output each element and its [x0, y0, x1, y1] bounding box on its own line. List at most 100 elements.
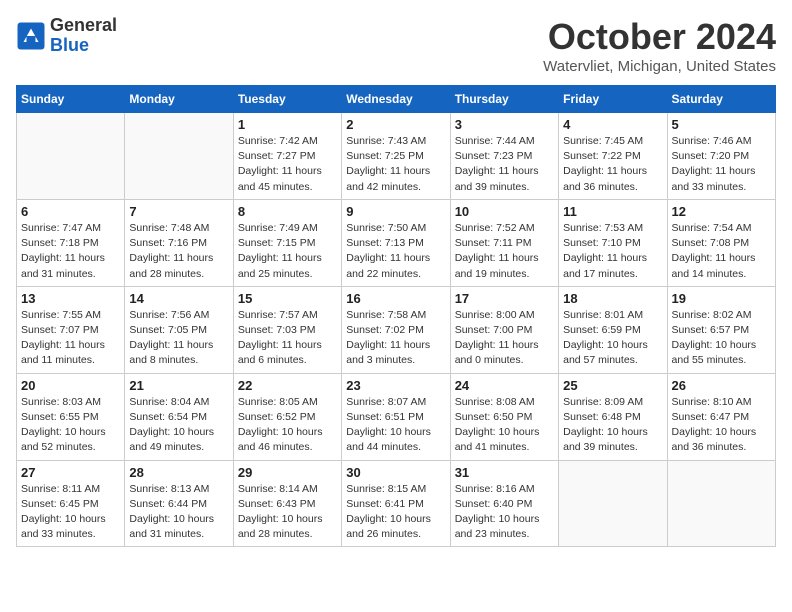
calendar-day-cell	[667, 460, 775, 547]
day-number: 11	[563, 204, 662, 219]
day-info: Sunrise: 8:10 AM Sunset: 6:47 PM Dayligh…	[672, 395, 771, 456]
day-info: Sunrise: 7:56 AM Sunset: 7:05 PM Dayligh…	[129, 308, 228, 369]
day-info: Sunrise: 8:08 AM Sunset: 6:50 PM Dayligh…	[455, 395, 554, 456]
day-number: 18	[563, 291, 662, 306]
calendar-day-cell: 8 Sunrise: 7:49 AM Sunset: 7:15 PM Daylig…	[233, 199, 341, 286]
day-info: Sunrise: 7:55 AM Sunset: 7:07 PM Dayligh…	[21, 308, 120, 369]
day-number: 9	[346, 204, 445, 219]
day-number: 13	[21, 291, 120, 306]
calendar-week-row: 20 Sunrise: 8:03 AM Sunset: 6:55 PM Dayli…	[17, 373, 776, 460]
calendar-day-cell: 27Sunrise: 8:11 AM Sunset: 6:45 PM Dayli…	[17, 460, 125, 547]
calendar-day-cell: 26 Sunrise: 8:10 AM Sunset: 6:47 PM Dayli…	[667, 373, 775, 460]
calendar-day-cell: 19 Sunrise: 8:02 AM Sunset: 6:57 PM Dayli…	[667, 286, 775, 373]
calendar-week-row: 13 Sunrise: 7:55 AM Sunset: 7:07 PM Dayli…	[17, 286, 776, 373]
day-number: 17	[455, 291, 554, 306]
day-info: Sunrise: 7:46 AM Sunset: 7:20 PM Dayligh…	[672, 134, 771, 195]
day-number: 16	[346, 291, 445, 306]
day-info: Sunrise: 8:03 AM Sunset: 6:55 PM Dayligh…	[21, 395, 120, 456]
day-info: Sunrise: 8:04 AM Sunset: 6:54 PM Dayligh…	[129, 395, 228, 456]
day-info: Sunrise: 8:09 AM Sunset: 6:48 PM Dayligh…	[563, 395, 662, 456]
calendar-day-cell: 16Sunrise: 7:58 AM Sunset: 7:02 PM Dayli…	[342, 286, 450, 373]
weekday-header: Tuesday	[233, 86, 341, 113]
calendar-week-row: 27Sunrise: 8:11 AM Sunset: 6:45 PM Dayli…	[17, 460, 776, 547]
logo-line2: Blue	[50, 35, 89, 55]
calendar-day-cell: 2 Sunrise: 7:43 AM Sunset: 7:25 PM Daylig…	[342, 113, 450, 200]
calendar-day-cell: 1Sunrise: 7:42 AM Sunset: 7:27 PM Daylig…	[233, 113, 341, 200]
day-number: 31	[455, 465, 554, 480]
day-number: 20	[21, 378, 120, 393]
day-number: 4	[563, 117, 662, 132]
weekday-header: Friday	[559, 86, 667, 113]
calendar-day-cell: 13 Sunrise: 7:55 AM Sunset: 7:07 PM Dayli…	[17, 286, 125, 373]
day-info: Sunrise: 7:45 AM Sunset: 7:22 PM Dayligh…	[563, 134, 662, 195]
calendar-day-cell: 17 Sunrise: 8:00 AM Sunset: 7:00 PM Dayli…	[450, 286, 558, 373]
day-number: 21	[129, 378, 228, 393]
weekday-header: Monday	[125, 86, 233, 113]
calendar-day-cell: 9Sunrise: 7:50 AM Sunset: 7:13 PM Daylig…	[342, 199, 450, 286]
day-number: 12	[672, 204, 771, 219]
day-info: Sunrise: 8:02 AM Sunset: 6:57 PM Dayligh…	[672, 308, 771, 369]
calendar-day-cell: 10Sunrise: 7:52 AM Sunset: 7:11 PM Dayli…	[450, 199, 558, 286]
weekday-header: Thursday	[450, 86, 558, 113]
day-number: 10	[455, 204, 554, 219]
logo-icon	[16, 21, 46, 51]
day-number: 2	[346, 117, 445, 132]
day-number: 30	[346, 465, 445, 480]
calendar-week-row: 6Sunrise: 7:47 AM Sunset: 7:18 PM Daylig…	[17, 199, 776, 286]
day-number: 22	[238, 378, 337, 393]
calendar-week-row: 1Sunrise: 7:42 AM Sunset: 7:27 PM Daylig…	[17, 113, 776, 200]
calendar-day-cell: 21 Sunrise: 8:04 AM Sunset: 6:54 PM Dayli…	[125, 373, 233, 460]
day-number: 15	[238, 291, 337, 306]
day-info: Sunrise: 8:13 AM Sunset: 6:44 PM Dayligh…	[129, 482, 228, 543]
calendar-day-cell	[559, 460, 667, 547]
logo: General Blue	[16, 16, 117, 56]
calendar-day-cell: 25 Sunrise: 8:09 AM Sunset: 6:48 PM Dayli…	[559, 373, 667, 460]
logo-line1: General	[50, 15, 117, 35]
day-info: Sunrise: 7:49 AM Sunset: 7:15 PM Dayligh…	[238, 221, 337, 282]
calendar-day-cell: 24Sunrise: 8:08 AM Sunset: 6:50 PM Dayli…	[450, 373, 558, 460]
calendar-day-cell: 29Sunrise: 8:14 AM Sunset: 6:43 PM Dayli…	[233, 460, 341, 547]
day-number: 8	[238, 204, 337, 219]
month-title: October 2024	[543, 16, 776, 58]
calendar-day-cell: 30 Sunrise: 8:15 AM Sunset: 6:41 PM Dayli…	[342, 460, 450, 547]
calendar-day-cell: 20 Sunrise: 8:03 AM Sunset: 6:55 PM Dayli…	[17, 373, 125, 460]
title-block: October 2024 Watervliet, Michigan, Unite…	[543, 16, 776, 75]
calendar-day-cell: 6Sunrise: 7:47 AM Sunset: 7:18 PM Daylig…	[17, 199, 125, 286]
day-number: 26	[672, 378, 771, 393]
calendar-day-cell: 15 Sunrise: 7:57 AM Sunset: 7:03 PM Dayli…	[233, 286, 341, 373]
day-number: 7	[129, 204, 228, 219]
day-info: Sunrise: 7:42 AM Sunset: 7:27 PM Dayligh…	[238, 134, 337, 195]
calendar-day-cell: 28Sunrise: 8:13 AM Sunset: 6:44 PM Dayli…	[125, 460, 233, 547]
day-info: Sunrise: 8:05 AM Sunset: 6:52 PM Dayligh…	[238, 395, 337, 456]
day-info: Sunrise: 7:43 AM Sunset: 7:25 PM Dayligh…	[346, 134, 445, 195]
day-info: Sunrise: 8:00 AM Sunset: 7:00 PM Dayligh…	[455, 308, 554, 369]
calendar-day-cell: 12 Sunrise: 7:54 AM Sunset: 7:08 PM Dayli…	[667, 199, 775, 286]
calendar-day-cell	[17, 113, 125, 200]
day-number: 14	[129, 291, 228, 306]
day-info: Sunrise: 7:48 AM Sunset: 7:16 PM Dayligh…	[129, 221, 228, 282]
page-header: General Blue October 2024 Watervliet, Mi…	[16, 16, 776, 75]
day-info: Sunrise: 7:54 AM Sunset: 7:08 PM Dayligh…	[672, 221, 771, 282]
day-number: 3	[455, 117, 554, 132]
day-number: 19	[672, 291, 771, 306]
calendar-day-cell: 3Sunrise: 7:44 AM Sunset: 7:23 PM Daylig…	[450, 113, 558, 200]
calendar: SundayMondayTuesdayWednesdayThursdayFrid…	[16, 85, 776, 547]
day-info: Sunrise: 8:11 AM Sunset: 6:45 PM Dayligh…	[21, 482, 120, 543]
day-number: 25	[563, 378, 662, 393]
calendar-day-cell: 31Sunrise: 8:16 AM Sunset: 6:40 PM Dayli…	[450, 460, 558, 547]
day-info: Sunrise: 8:07 AM Sunset: 6:51 PM Dayligh…	[346, 395, 445, 456]
calendar-day-cell: 4 Sunrise: 7:45 AM Sunset: 7:22 PM Daylig…	[559, 113, 667, 200]
calendar-day-cell: 22 Sunrise: 8:05 AM Sunset: 6:52 PM Dayli…	[233, 373, 341, 460]
day-number: 29	[238, 465, 337, 480]
day-info: Sunrise: 7:53 AM Sunset: 7:10 PM Dayligh…	[563, 221, 662, 282]
day-info: Sunrise: 8:01 AM Sunset: 6:59 PM Dayligh…	[563, 308, 662, 369]
calendar-header-row: SundayMondayTuesdayWednesdayThursdayFrid…	[17, 86, 776, 113]
location-title: Watervliet, Michigan, United States	[543, 58, 776, 75]
day-info: Sunrise: 8:15 AM Sunset: 6:41 PM Dayligh…	[346, 482, 445, 543]
calendar-day-cell	[125, 113, 233, 200]
calendar-day-cell: 11 Sunrise: 7:53 AM Sunset: 7:10 PM Dayli…	[559, 199, 667, 286]
day-info: Sunrise: 7:47 AM Sunset: 7:18 PM Dayligh…	[21, 221, 120, 282]
weekday-header: Sunday	[17, 86, 125, 113]
weekday-header: Wednesday	[342, 86, 450, 113]
day-info: Sunrise: 7:57 AM Sunset: 7:03 PM Dayligh…	[238, 308, 337, 369]
